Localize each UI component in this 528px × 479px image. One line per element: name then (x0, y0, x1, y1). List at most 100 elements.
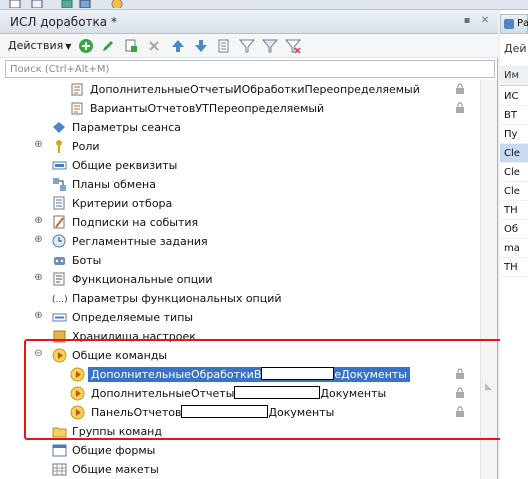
lock-icon (456, 102, 464, 113)
side-list-item[interactable]: Cle (500, 163, 528, 182)
label-part: Документы (268, 406, 335, 419)
side-panel-actions[interactable]: Дей (504, 42, 527, 55)
side-list-item[interactable]: ТН (500, 258, 528, 277)
pin-icon[interactable]: ▪ (460, 14, 474, 28)
tree-item-functional-params[interactable]: (...) Параметры функциональных опций (0, 289, 480, 308)
side-list-item[interactable]: ИС (500, 87, 528, 106)
tree-item-event-subscriptions[interactable]: ⊕ Подписки на события (0, 213, 480, 232)
actions-menu[interactable]: Действия ▼ (8, 39, 71, 52)
bot-icon (54, 257, 65, 265)
tree-item-scheduled-jobs[interactable]: ⊕ Регламентные задания (0, 232, 480, 251)
tree-item-command[interactable]: ДополнительныеОтчеты Документы (0, 384, 480, 403)
expand-icon[interactable]: ⊕ (33, 216, 44, 227)
copy-icon[interactable] (123, 38, 139, 54)
expand-icon[interactable]: ⊕ (33, 311, 44, 322)
expand-icon[interactable]: ⊕ (33, 273, 44, 284)
run-icon[interactable] (110, 0, 124, 8)
tree-item-label: ДополнительныеОтчеты Документы (91, 386, 386, 401)
dropdown-arrow-icon: ▼ (65, 42, 72, 51)
search-field[interactable] (5, 60, 495, 78)
vertical-scrollbar[interactable]: ◣ (480, 80, 497, 479)
delete-icon[interactable] (146, 38, 162, 54)
move-down-icon[interactable] (193, 38, 209, 54)
tree-item-label: ПанельОтчетов Документы (91, 405, 334, 420)
role-key-icon (56, 140, 62, 153)
tree-item-functional-options[interactable]: ⊕ Функциональные опции (0, 270, 480, 289)
tree-item-settings-storages[interactable]: Хранилища настроек (0, 327, 480, 346)
tree-item-common-templates[interactable]: Общие макеты (0, 460, 480, 479)
side-column-header: Им (500, 66, 528, 86)
defined-type-icon (52, 313, 67, 322)
lock-icon (456, 83, 464, 94)
filter-criteria-icon (53, 196, 65, 210)
document-icon[interactable] (8, 0, 22, 8)
panel-toolbar: Действия ▼ (0, 34, 498, 58)
tree-item-label: Общие формы (72, 444, 156, 457)
tree-item-session-params[interactable]: Параметры сеанса (0, 118, 480, 137)
collapse-icon[interactable]: ⊖ (33, 349, 44, 360)
configuration-tree-panel: ИСЛ доработка * ▪ ✕ Действия▼ Дополнител… (0, 10, 498, 479)
close-icon[interactable]: ✕ (478, 14, 492, 28)
side-list-item[interactable]: Об (500, 220, 528, 239)
tree-item-command-groups[interactable]: Группы команд (0, 422, 480, 441)
move-up-icon[interactable] (170, 38, 186, 54)
tree-item[interactable]: ВариантыОтчетовУТПереопределяемый (0, 99, 480, 118)
side-list-item[interactable]: ТН (500, 201, 528, 220)
tree-item-roles[interactable]: ⊕ Роли (0, 137, 480, 156)
save-icon[interactable] (78, 0, 92, 8)
tree-item-command-selected[interactable]: ДополнительныеОбработкиВ еДокументы (0, 365, 480, 384)
sort-list-icon[interactable] (216, 38, 232, 54)
functional-option-icon (53, 272, 65, 286)
tab-label: Ра (517, 18, 528, 29)
side-list-item[interactable]: ma (500, 239, 528, 258)
add-icon[interactable] (78, 38, 94, 54)
command-icon (70, 367, 85, 382)
tree-item-command[interactable]: ПанельОтчетов Документы (0, 403, 480, 422)
tree-item-label: Хранилища настроек (72, 330, 196, 343)
tree-item-label: ВариантыОтчетовУТПереопределяемый (90, 102, 325, 115)
lock-icon (456, 406, 464, 417)
filter-settings-icon[interactable] (262, 38, 278, 54)
settings-storage-icon (53, 330, 66, 343)
common-command-icon (52, 348, 67, 363)
label-part: ДополнительныеОтчеты (91, 387, 235, 400)
redaction-box (181, 405, 269, 418)
table-icon[interactable] (30, 0, 44, 8)
panel-title-bar: ИСЛ доработка * ▪ ✕ (0, 10, 498, 34)
edit-icon[interactable] (100, 38, 116, 54)
tree-item-label: ДополнительныеОтчетыИОбработкиПереопреде… (90, 83, 420, 96)
side-panel-tab[interactable]: Ра (500, 14, 528, 34)
tree-item-label: Функциональные опции (72, 273, 213, 286)
tree-item-filter-criteria[interactable]: Критерии отбора (0, 194, 480, 213)
tree-item-common-commands[interactable]: ⊖ Общие команды (0, 346, 480, 365)
tree-item-label: Роли (72, 140, 100, 153)
refresh-icon[interactable] (60, 0, 74, 8)
functional-params-icon: (...) (52, 295, 67, 305)
tree-item-label: Параметры функциональных опций (72, 292, 282, 305)
side-list-item[interactable]: Cle (500, 144, 528, 163)
command-icon (70, 405, 85, 420)
label-part: еДокументы (334, 368, 407, 381)
side-list-item[interactable]: ВТ (500, 106, 528, 125)
tree-item-exchange-plans[interactable]: Планы обмена (0, 175, 480, 194)
clear-filter-icon[interactable] (285, 38, 301, 54)
scroll-thumb-icon[interactable]: ◣ (485, 382, 492, 392)
common-attribute-icon (52, 161, 67, 170)
filter-icon[interactable] (239, 38, 255, 54)
tree-item-label: Подписки на события (72, 216, 199, 229)
label-part: Документы (320, 387, 387, 400)
expand-icon[interactable]: ⊕ (33, 235, 44, 246)
side-list-item[interactable]: Cle (500, 182, 528, 201)
expand-icon[interactable]: ⊕ (33, 140, 44, 151)
tree-item-common-forms[interactable]: Общие формы (0, 441, 480, 460)
scheduled-job-icon (52, 234, 66, 248)
side-panel: Ра Дей Им ИС ВТ Пу Cle Cle Cle ТН Об ma … (500, 10, 528, 479)
tree-item-common-attributes[interactable]: Общие реквизиты (0, 156, 480, 175)
tree-item-bots[interactable]: Боты (0, 251, 480, 270)
tree-item-defined-types[interactable]: ⊕ Определяемые типы (0, 308, 480, 327)
search-input[interactable] (6, 61, 494, 77)
tree-item-label: Планы обмена (72, 178, 156, 191)
side-list-item[interactable]: Пу (500, 125, 528, 144)
tree-item[interactable]: ДополнительныеОтчетыИОбработкиПереопреде… (0, 80, 480, 99)
metadata-tree: ДополнительныеОтчетыИОбработкиПереопреде… (0, 80, 480, 479)
